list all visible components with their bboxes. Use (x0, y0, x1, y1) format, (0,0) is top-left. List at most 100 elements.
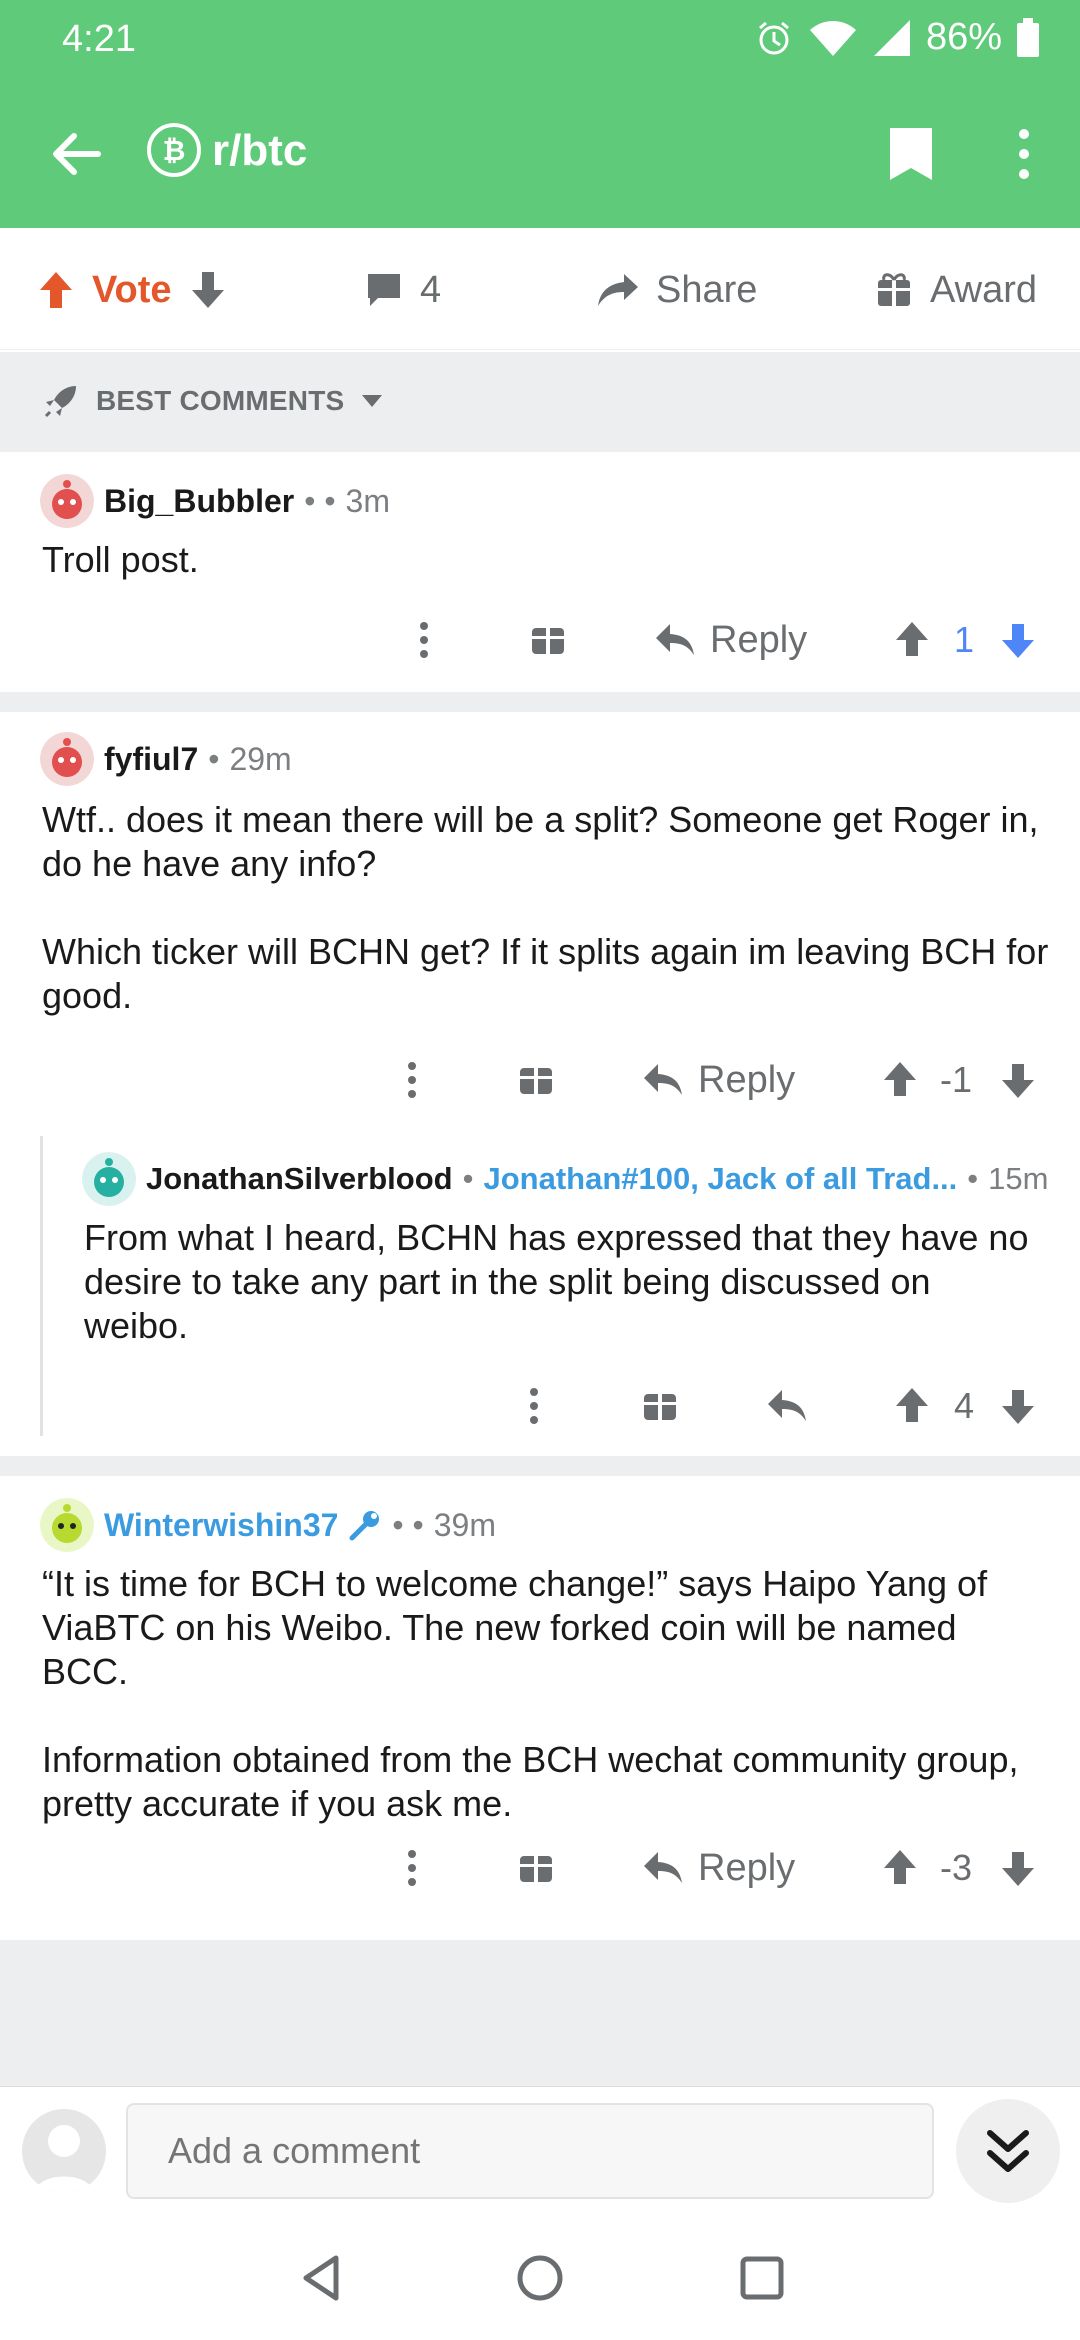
comment-text: Information obtained from the BCH wechat… (42, 1739, 1019, 1824)
award-button[interactable]: Award (874, 262, 1037, 318)
comment-meta-dot: • • (392, 1506, 424, 1543)
reply-button[interactable] (766, 1376, 822, 1436)
comment-text: Which ticker will BCHN get? If it splits… (42, 931, 1049, 1016)
avatar[interactable] (40, 1498, 94, 1552)
comment-count: 4 (420, 268, 442, 311)
downvote-icon[interactable] (188, 270, 228, 310)
divider (0, 692, 1080, 712)
svg-text:₿: ₿ (163, 134, 186, 167)
avatar[interactable] (82, 1152, 136, 1206)
reply-arrow-icon (644, 1852, 682, 1883)
downvote-icon[interactable] (998, 1050, 1038, 1110)
vote-group: Vote (36, 262, 228, 318)
nav-home-icon[interactable] (512, 2250, 568, 2306)
comment-meta-dot: • (462, 1161, 474, 1196)
reply-button[interactable]: Reply (642, 1838, 795, 1898)
upvote-icon[interactable] (880, 1838, 920, 1898)
gift-icon[interactable] (516, 1838, 556, 1898)
reply-header: JonathanSilverblood • Jonathan#100, Jack… (82, 1152, 1048, 1206)
comment-text: “It is time for BCH to welcome change!” … (42, 1563, 988, 1692)
rocket-icon (44, 386, 76, 418)
user-silhouette-icon (34, 2125, 94, 2193)
more-options-icon[interactable] (392, 1050, 432, 1110)
gift-icon[interactable] (640, 1376, 680, 1436)
comment-time: 15m (988, 1161, 1049, 1196)
reply-arrow-icon (656, 624, 694, 655)
nav-back-icon[interactable] (294, 2250, 350, 2306)
comment-time: 39m (433, 1506, 496, 1543)
comment-score: -1 (940, 1059, 973, 1100)
reply-arrow-icon (644, 1064, 682, 1095)
comment-text: From what I heard, BCHN has expressed th… (84, 1217, 1029, 1346)
more-options-icon[interactable] (514, 1376, 554, 1436)
more-options-icon[interactable] (1000, 124, 1048, 184)
upvote-icon[interactable] (36, 270, 76, 310)
avatar[interactable] (40, 474, 94, 528)
system-nav-bar (0, 2216, 1080, 2340)
more-options-icon[interactable] (404, 610, 444, 670)
comment-text: Wtf.. does it mean there will be a split… (42, 799, 1039, 884)
comment-score: -3 (940, 1847, 973, 1888)
reply-label: Reply (710, 618, 808, 661)
comment-body: Troll post. (42, 538, 1042, 582)
vote-label: Vote (92, 268, 172, 311)
user-avatar[interactable] (22, 2109, 106, 2193)
downvote-icon[interactable] (998, 1376, 1038, 1436)
comment-text: Troll post. (42, 539, 199, 580)
downvote-icon[interactable] (998, 1838, 1038, 1898)
wifi-icon (809, 20, 856, 56)
subreddit-name[interactable]: r/btc (212, 126, 307, 176)
back-arrow-icon[interactable] (44, 122, 108, 186)
chevron-down-icon (362, 395, 383, 407)
toolbar: ₿ r/btc (0, 100, 1080, 210)
comment-meta-dot: • (208, 740, 220, 777)
comment-score: 1 (954, 619, 975, 660)
comment-author[interactable]: fyfiul7 (104, 741, 198, 778)
comment-meta-dot: • • (304, 482, 336, 519)
comments-button[interactable]: 4 (364, 262, 441, 318)
share-button[interactable]: Share (596, 262, 757, 318)
comment-author[interactable]: JonathanSilverblood (146, 1161, 453, 1197)
comment-body: “It is time for BCH to welcome change!” … (42, 1562, 1052, 1826)
more-options-icon[interactable] (392, 1838, 432, 1898)
wrench-icon (349, 1511, 380, 1541)
reply-arrow-icon (768, 1390, 806, 1421)
nav-recents-icon[interactable] (734, 2250, 790, 2306)
sort-bar[interactable]: BEST COMMENTS (0, 352, 1080, 452)
comment-item: fyfiul7 • 29m Wtf.. does it mean there w… (0, 712, 1080, 1456)
upvote-icon[interactable] (880, 1050, 920, 1110)
upvote-icon[interactable] (892, 1376, 932, 1436)
divider (0, 1456, 1080, 1476)
bookmark-icon[interactable] (888, 126, 934, 182)
downvote-icon[interactable] (998, 610, 1038, 670)
share-arrow-icon (598, 274, 638, 306)
comment-score: 4 (954, 1385, 975, 1426)
award-label: Award (930, 268, 1038, 311)
double-chevron-down-icon (987, 2130, 1029, 2172)
comment-time: 29m (229, 740, 292, 777)
reply-button[interactable]: Reply (642, 1050, 795, 1110)
comment-bubble-icon (368, 274, 400, 306)
battery-icon (1017, 17, 1039, 57)
status-bar: 4:21 86% (0, 0, 1080, 80)
alarm-icon (758, 21, 789, 54)
gift-icon[interactable] (528, 610, 568, 670)
upvote-icon[interactable] (892, 610, 932, 670)
app-bar: 4:21 86% ₿ r/btc (0, 0, 1080, 228)
comment-body: From what I heard, BCHN has expressed th… (84, 1216, 1034, 1348)
add-comment-input[interactable] (126, 2103, 934, 2199)
battery-percent: 86% (925, 16, 1002, 58)
comment-author[interactable]: Big_Bubbler (104, 483, 294, 520)
gift-icon[interactable] (516, 1050, 556, 1110)
sort-label: BEST COMMENTS (96, 385, 345, 416)
comment-body: Wtf.. does it mean there will be a split… (42, 798, 1052, 1018)
avatar[interactable] (40, 732, 94, 786)
scroll-to-bottom-button[interactable] (956, 2099, 1060, 2203)
reply-label: Reply (698, 1058, 796, 1101)
comment-item: Winterwishin37 • • 39m “It is time for B… (0, 1476, 1080, 1940)
comment-composer (0, 2086, 1080, 2216)
comment-author[interactable]: Winterwishin37 (104, 1507, 338, 1544)
reply-button[interactable]: Reply (654, 610, 807, 670)
empty-area (0, 1940, 1080, 2086)
reply-label: Reply (698, 1846, 796, 1889)
